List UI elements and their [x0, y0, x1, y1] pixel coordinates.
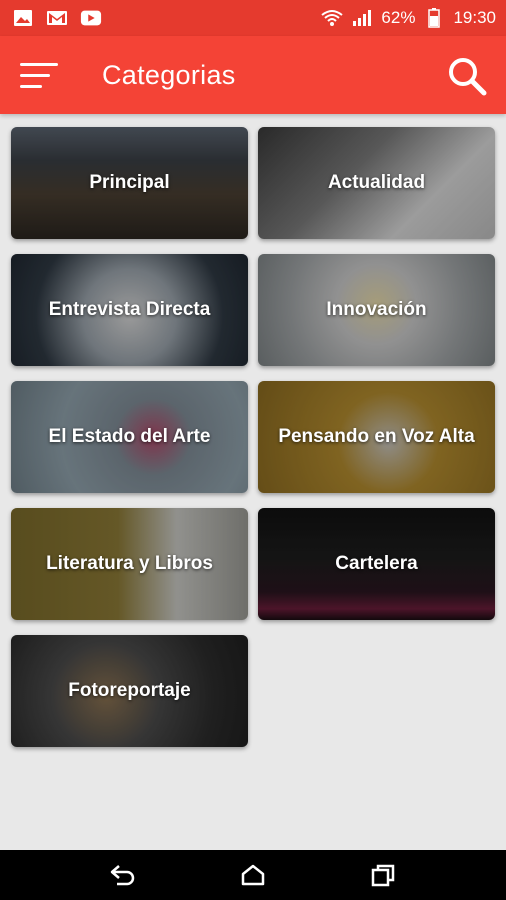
navigation-bar: [0, 850, 506, 900]
category-card-entrevista-directa[interactable]: Entrevista Directa: [11, 254, 248, 366]
category-card-fotoreportaje[interactable]: Fotoreportaje: [11, 635, 248, 747]
signal-icon: [351, 9, 373, 27]
category-card-pensando-en-voz-alta[interactable]: Pensando en Voz Alta: [258, 381, 495, 493]
category-label: Fotoreportaje: [68, 680, 191, 701]
notification-icons: [12, 9, 102, 27]
category-label: El Estado del Arte: [48, 426, 211, 447]
page-title: Categorias: [102, 59, 236, 90]
category-label: Actualidad: [327, 172, 426, 193]
search-icon: [449, 58, 487, 96]
gallery-icon: [12, 9, 34, 27]
system-indicators: 62% 19:30: [321, 8, 496, 28]
category-label: Entrevista Directa: [48, 299, 211, 320]
category-card-actualidad[interactable]: Actualidad: [258, 127, 495, 239]
app-bar: Categorias: [0, 36, 506, 114]
category-label: Literatura y Libros: [46, 553, 213, 574]
category-card-principal[interactable]: Principal: [11, 127, 248, 239]
status-bar: 62% 19:30: [0, 0, 506, 36]
home-icon: [241, 864, 265, 886]
gmail-icon: [46, 9, 68, 27]
category-card-innovacion[interactable]: Innovación: [258, 254, 495, 366]
menu-icon-line: [20, 84, 42, 88]
recents-icon: [371, 864, 395, 887]
category-card-literatura-y-libros[interactable]: Literatura y Libros: [11, 508, 248, 620]
category-label: Innovación: [326, 299, 427, 320]
home-button[interactable]: [236, 858, 270, 892]
menu-icon-line: [20, 73, 50, 77]
search-button[interactable]: [446, 55, 488, 97]
battery-icon: [423, 8, 445, 28]
category-card-estado-del-arte[interactable]: El Estado del Arte: [11, 381, 248, 493]
battery-percent: 62%: [381, 8, 416, 27]
back-icon: [110, 865, 135, 886]
recents-button[interactable]: [366, 858, 400, 892]
category-label: Cartelera: [335, 553, 418, 574]
back-button[interactable]: [106, 858, 140, 892]
category-label: Principal: [89, 172, 170, 193]
menu-icon-line: [20, 62, 58, 66]
clock: 19:30: [453, 8, 496, 27]
menu-button[interactable]: [20, 55, 64, 95]
youtube-icon: [80, 9, 102, 27]
wifi-icon: [321, 9, 344, 27]
category-label: Pensando en Voz Alta: [278, 426, 475, 447]
category-card-cartelera[interactable]: Cartelera: [258, 508, 495, 620]
